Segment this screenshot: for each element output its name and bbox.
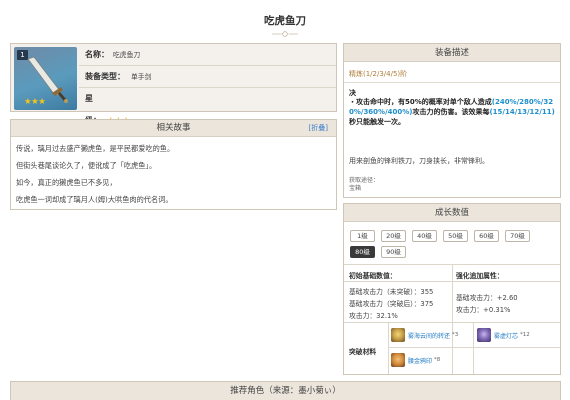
effect-text: 攻击力的伤害。该效果每 bbox=[412, 108, 490, 116]
material-icon bbox=[477, 328, 491, 342]
title-ornament-icon bbox=[272, 31, 298, 37]
name-label: 名称： bbox=[85, 50, 109, 59]
fold-toggle[interactable]: [折叠] bbox=[309, 120, 328, 137]
base-stat: 攻击力：32.1% bbox=[349, 312, 398, 320]
material-icon bbox=[391, 328, 405, 342]
name-value: 吃虎鱼刀 bbox=[113, 51, 141, 59]
level-button-70[interactable]: 70级 bbox=[505, 230, 530, 242]
base-stats-header: 初始基础数值： bbox=[349, 272, 397, 280]
divider bbox=[388, 322, 389, 374]
weapon-thumbnail: 1 ★★★ bbox=[14, 47, 77, 110]
story-line: 如今，真正的獭虎鱼已不多见， bbox=[16, 178, 117, 187]
material-name: 雾海云间的转还 bbox=[408, 332, 451, 340]
description-panel: 装备描述 精炼(1/2/3/4/5)阶 决 ・攻击命中时，有50%的概率对单个敌… bbox=[343, 43, 561, 198]
level-button-40[interactable]: 40级 bbox=[412, 230, 437, 242]
weapon-card: 1 ★★★ 名称： 吃虎鱼刀 装备类型： 单手剑 星级：★★★ bbox=[10, 43, 337, 126]
material-count: *8 bbox=[434, 357, 441, 363]
effect-line-1: ・攻击命中时，有50%的概率对单个敌人造成(240%/280%/32 bbox=[349, 97, 553, 107]
story-line: 但街头巷尾谈论久了，便讹成了「吃虎鱼」。 bbox=[16, 161, 157, 170]
story-line: 吃虎鱼一词却成了璃月人(姆)大哄鱼肉的代名词。 bbox=[16, 195, 173, 204]
refine-stat: 基础攻击力：+2.60 bbox=[456, 294, 518, 302]
stars-row: 星级：★★★ bbox=[79, 88, 336, 126]
description-header: 装备描述 bbox=[344, 44, 560, 62]
recommend-header: 推荐角色（来源：墨小菊ぃ） bbox=[11, 382, 560, 400]
divider bbox=[389, 347, 560, 348]
effect-highlight: (15/14/13/12/11) bbox=[489, 108, 555, 116]
refine-stats-header: 强化追加属性： bbox=[456, 272, 504, 280]
level-button-50[interactable]: 50级 bbox=[443, 230, 468, 242]
type-row: 装备类型： 单手剑 bbox=[79, 66, 336, 88]
page-title: 吃虎鱼刀 bbox=[264, 15, 306, 27]
divider bbox=[344, 281, 560, 282]
refine-tier-link[interactable]: 精炼(1/2/3/4/5)阶 bbox=[349, 69, 407, 79]
name-row: 名称： 吃虎鱼刀 bbox=[79, 44, 336, 66]
material-item[interactable]: 腰金鸦印 *8 bbox=[391, 353, 440, 367]
story-line: 传说，璃月过去盛产獭虎鱼，是平民都爱吃的鱼。 bbox=[16, 144, 175, 153]
divider bbox=[473, 322, 474, 374]
level-button-90[interactable]: 90级 bbox=[381, 246, 406, 258]
story-title: 相关故事 bbox=[156, 123, 191, 133]
growth-header: 成长数值 bbox=[344, 204, 560, 222]
material-count: *3 bbox=[452, 332, 459, 338]
effect-line-3: 秒只能触发一次。 bbox=[349, 118, 405, 126]
growth-panel: 成长数值 1级 20级 40级 50级 60级 70级 80级 90级 初始基础… bbox=[343, 203, 561, 375]
material-icon bbox=[391, 353, 405, 367]
material-name: 雾虚灯芯 bbox=[494, 332, 519, 340]
effect-highlight: (240%/280%/32 bbox=[491, 98, 554, 106]
flavor-text: 用来剖鱼的锋利铁刀，刀身挟长，非常锋利。 bbox=[349, 157, 489, 165]
level-button-20[interactable]: 20级 bbox=[381, 230, 406, 242]
story-header: 相关故事 [折叠] bbox=[11, 120, 336, 137]
materials-label: 突破材料 bbox=[349, 348, 377, 356]
story-panel: 相关故事 [折叠] 传说，璃月过去盛产獭虎鱼，是平民都爱吃的鱼。 但街头巷尾谈论… bbox=[10, 119, 337, 210]
level-button-80[interactable]: 80级 bbox=[350, 246, 375, 258]
material-count: *12 bbox=[520, 332, 530, 338]
refine-stat: 攻击力：+0.31% bbox=[456, 306, 511, 314]
effect-highlight: 0%/360%/400%) bbox=[349, 108, 413, 116]
material-name: 腰金鸦印 bbox=[408, 357, 433, 365]
type-label: 装备类型： bbox=[85, 72, 125, 81]
base-stat: 基础攻击力（突破后）：375 bbox=[349, 300, 434, 308]
level-button-1[interactable]: 1级 bbox=[350, 230, 375, 242]
effect-text: ・攻击命中时，有50%的概率对单个敌人造成 bbox=[349, 98, 492, 106]
thumb-stars: ★★★ bbox=[24, 97, 46, 107]
material-item[interactable]: 雾海云间的转还 *3 bbox=[391, 328, 458, 342]
material-item[interactable]: 雾虚灯芯 *12 bbox=[477, 328, 530, 342]
type-value: 单手剑 bbox=[131, 73, 152, 81]
base-stat: 基础攻击力（未突破）：355 bbox=[349, 288, 434, 296]
divider bbox=[344, 322, 560, 323]
divider bbox=[344, 82, 560, 83]
recommend-panel: 推荐角色（来源：墨小菊ぃ） bbox=[10, 381, 561, 400]
effect-line-2: 0%/360%/400%)攻击力的伤害。该效果每(15/14/13/12/11) bbox=[349, 107, 555, 117]
source-value: 宝箱 bbox=[349, 185, 362, 192]
level-button-60[interactable]: 60级 bbox=[474, 230, 499, 242]
